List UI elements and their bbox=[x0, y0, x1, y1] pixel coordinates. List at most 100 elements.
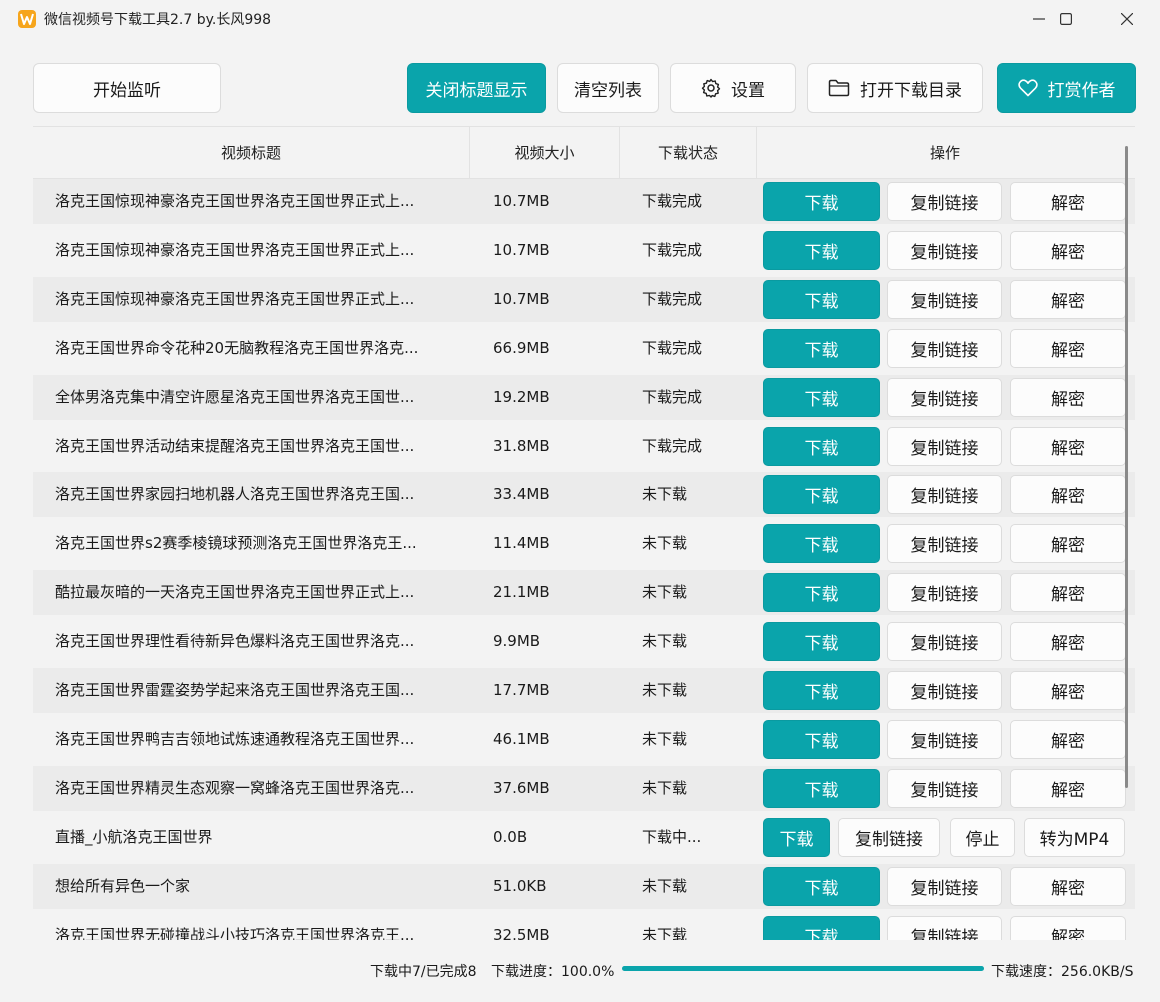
download-status-cell: 下载中... bbox=[642, 828, 702, 846]
table-scrollbar[interactable] bbox=[1125, 146, 1128, 788]
video-title-cell: 洛克王国世界s2赛季棱镜球预测洛克王国世界洛克王... bbox=[55, 534, 417, 552]
action-button-label: 复制链接 bbox=[910, 928, 979, 940]
decrypt-button[interactable]: 解密 bbox=[1010, 475, 1126, 514]
video-title-cell: 想给所有异色一个家 bbox=[55, 877, 191, 895]
clear-list-button[interactable]: 清空列表 bbox=[557, 63, 659, 113]
video-size-cell: 0.0B bbox=[493, 828, 528, 846]
video-title-cell: 洛克王国世界理性看待新异色爆料洛克王国世界洛克... bbox=[55, 632, 415, 650]
action-button-label: 解密 bbox=[1051, 781, 1085, 801]
action-button-label: 解密 bbox=[1051, 683, 1085, 703]
copy-link-button[interactable]: 复制链接 bbox=[887, 280, 1002, 319]
decrypt-button[interactable]: 解密 bbox=[1010, 378, 1126, 417]
video-title-cell: 洛克王国世界精灵生态观察一窝蜂洛克王国世界洛克... bbox=[55, 779, 415, 797]
decrypt-button[interactable]: 解密 bbox=[1010, 573, 1126, 612]
column-header-actions: 操作 bbox=[929, 144, 960, 162]
action-button-label: 下载 bbox=[779, 830, 814, 850]
open-download-dir-button[interactable]: 打开下载目录 bbox=[807, 63, 983, 113]
copy-link-button[interactable]: 复制链接 bbox=[887, 867, 1002, 906]
download-status-cell: 未下载 bbox=[642, 485, 688, 503]
video-size-cell: 21.1MB bbox=[493, 583, 550, 601]
download-button[interactable]: 下载 bbox=[763, 671, 880, 710]
video-title-cell: 直播_小航洛克王国世界 bbox=[55, 828, 213, 846]
copy-link-button[interactable]: 复制链接 bbox=[887, 622, 1002, 661]
copy-link-button[interactable]: 复制链接 bbox=[887, 475, 1002, 514]
copy-link-button[interactable]: 复制链接 bbox=[887, 329, 1002, 368]
clear-list-label: 清空列表 bbox=[574, 80, 642, 101]
decrypt-button[interactable]: 解密 bbox=[1010, 867, 1126, 906]
action-button-label: 解密 bbox=[1051, 341, 1085, 361]
action-button-label: 复制链接 bbox=[910, 732, 979, 752]
decrypt-button[interactable]: 解密 bbox=[1010, 329, 1126, 368]
video-size-cell: 10.7MB bbox=[493, 241, 550, 259]
table-row: 洛克王国惊现神豪洛克王国世界洛克王国世界正式上... 10.7MB 下载完成 下载 复制… bbox=[33, 228, 1135, 273]
action-button-label: 下载 bbox=[804, 585, 839, 605]
stop-button[interactable]: 停止 bbox=[950, 818, 1015, 857]
table-row: 想给所有异色一个家 51.0KB 未下载 下载 复制链接 解密 bbox=[33, 864, 1135, 909]
download-button[interactable]: 下载 bbox=[763, 524, 880, 563]
download-button[interactable]: 下载 bbox=[763, 427, 880, 466]
copy-link-button[interactable]: 复制链接 bbox=[887, 427, 1002, 466]
table-row: 洛克王国世界s2赛季棱镜球预测洛克王国世界洛克王... 11.4MB 未下载 下载 复制… bbox=[33, 521, 1135, 566]
decrypt-button[interactable]: 解密 bbox=[1010, 182, 1126, 221]
download-button[interactable]: 下载 bbox=[763, 280, 880, 319]
video-size-cell: 46.1MB bbox=[493, 730, 550, 748]
copy-link-button[interactable]: 复制链接 bbox=[887, 916, 1002, 940]
action-button-label: 复制链接 bbox=[910, 634, 979, 654]
status-bar: 下载中7/已完成8 下载进度：100.0% 下载速度：256.0KB/S bbox=[0, 950, 1160, 990]
decrypt-button[interactable]: 解密 bbox=[1010, 916, 1126, 940]
action-button-label: 下载 bbox=[804, 683, 839, 703]
action-button-label: 复制链接 bbox=[910, 585, 979, 605]
maximize-button[interactable] bbox=[1037, 0, 1095, 38]
download-status-cell: 下载完成 bbox=[642, 192, 703, 210]
settings-button[interactable]: 设置 bbox=[670, 63, 796, 113]
decrypt-button[interactable]: 解密 bbox=[1010, 671, 1126, 710]
decrypt-button[interactable]: 解密 bbox=[1010, 720, 1126, 759]
download-button[interactable]: 下载 bbox=[763, 916, 880, 940]
download-button[interactable]: 下载 bbox=[763, 475, 880, 514]
action-button-label: 下载 bbox=[804, 879, 839, 899]
download-button[interactable]: 下载 bbox=[763, 622, 880, 661]
download-button[interactable]: 下载 bbox=[763, 231, 880, 270]
app-window: 微信视频号下载工具2.7 by.长风998 开始监听 关闭标题显示 清空列表 设… bbox=[0, 0, 1160, 1002]
convert-mp4-button[interactable]: 转为MP4 bbox=[1024, 818, 1125, 857]
action-button-label: 复制链接 bbox=[910, 439, 979, 459]
decrypt-button[interactable]: 解密 bbox=[1010, 231, 1126, 270]
download-button[interactable]: 下载 bbox=[763, 182, 880, 221]
copy-link-button[interactable]: 复制链接 bbox=[887, 231, 1002, 270]
video-size-cell: 10.7MB bbox=[493, 290, 550, 308]
table-row: 洛克王国世界无碰撞战斗小技巧洛克王国世界洛克王... 32.5MB 未下载 下载 复制链… bbox=[33, 913, 1135, 940]
toggle-title-button[interactable]: 关闭标题显示 bbox=[407, 63, 546, 113]
decrypt-button[interactable]: 解密 bbox=[1010, 622, 1126, 661]
donate-button[interactable]: 打赏作者 bbox=[997, 63, 1136, 113]
window-title: 微信视频号下载工具2.7 by.长风998 bbox=[44, 12, 272, 28]
table-row: 酷拉最灰暗的一天洛克王国世界洛克王国世界正式上... 21.1MB 未下载 下载 复制链… bbox=[33, 570, 1135, 615]
decrypt-button[interactable]: 解密 bbox=[1010, 769, 1126, 808]
copy-link-button[interactable]: 复制链接 bbox=[887, 671, 1002, 710]
download-button[interactable]: 下载 bbox=[763, 867, 880, 906]
copy-link-button[interactable]: 复制链接 bbox=[887, 573, 1002, 612]
action-button-label: 解密 bbox=[1051, 879, 1085, 899]
download-button[interactable]: 下载 bbox=[763, 720, 880, 759]
video-title-cell: 洛克王国世界雷霆姿势学起来洛克王国世界洛克王国... bbox=[55, 681, 415, 699]
download-button[interactable]: 下载 bbox=[763, 378, 880, 417]
decrypt-button[interactable]: 解密 bbox=[1010, 427, 1126, 466]
decrypt-button[interactable]: 解密 bbox=[1010, 524, 1126, 563]
download-button[interactable]: 下载 bbox=[763, 769, 880, 808]
copy-link-button[interactable]: 复制链接 bbox=[838, 818, 940, 857]
download-button[interactable]: 下载 bbox=[763, 573, 880, 612]
close-button[interactable] bbox=[1098, 0, 1156, 38]
action-button-label: 下载 bbox=[804, 194, 839, 214]
copy-link-button[interactable]: 复制链接 bbox=[887, 769, 1002, 808]
copy-link-button[interactable]: 复制链接 bbox=[887, 524, 1002, 563]
copy-link-button[interactable]: 复制链接 bbox=[887, 378, 1002, 417]
download-status-cell: 未下载 bbox=[642, 681, 688, 699]
copy-link-button[interactable]: 复制链接 bbox=[887, 720, 1002, 759]
download-button[interactable]: 下载 bbox=[763, 818, 830, 857]
video-size-cell: 17.7MB bbox=[493, 681, 550, 699]
decrypt-button[interactable]: 解密 bbox=[1010, 280, 1126, 319]
action-button-label: 解密 bbox=[1051, 439, 1085, 459]
download-status-cell: 下载完成 bbox=[642, 290, 703, 308]
copy-link-button[interactable]: 复制链接 bbox=[887, 182, 1002, 221]
start-listen-button[interactable]: 开始监听 bbox=[33, 63, 221, 113]
download-button[interactable]: 下载 bbox=[763, 329, 880, 368]
